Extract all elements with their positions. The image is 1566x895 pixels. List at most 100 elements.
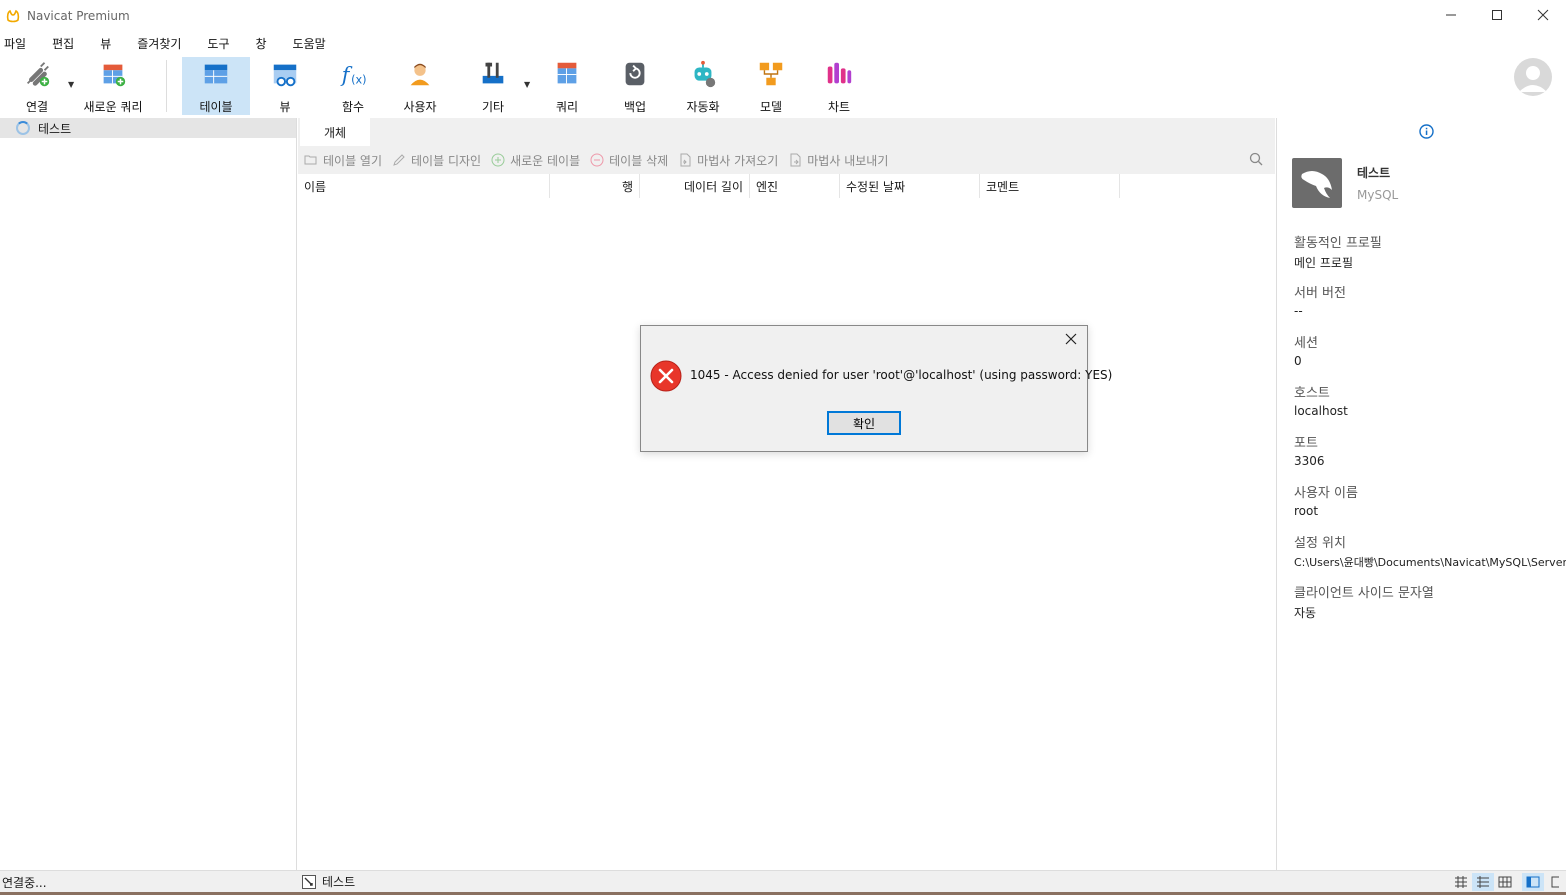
other-button[interactable]: 기타 [470, 57, 516, 115]
prop-value: -- [1294, 304, 1303, 318]
model-button[interactable]: 모델 [748, 57, 794, 115]
design-table-label: 테이블 디자인 [411, 153, 482, 168]
minimize-button[interactable] [1428, 0, 1474, 30]
menu-edit[interactable]: 편집 [48, 35, 78, 52]
menu-window[interactable]: 창 [252, 35, 271, 52]
open-table-button[interactable]: 테이블 열기 [304, 152, 382, 169]
column-header-rows[interactable]: 행 [550, 174, 640, 198]
prop-sessions: 세션 0 [1294, 332, 1566, 368]
column-header-engine[interactable]: 엔진 [750, 174, 840, 198]
maximize-button[interactable] [1474, 0, 1520, 30]
detail-view-button[interactable] [1472, 873, 1494, 891]
robot-icon [694, 60, 716, 88]
maximize-icon [1492, 10, 1502, 20]
dialog-close-icon[interactable] [1063, 331, 1079, 347]
export-wizard-button[interactable]: 마법사 내보내기 [788, 152, 888, 169]
svg-text:(x): (x) [351, 73, 366, 86]
tab-strip: 개체 [298, 118, 1275, 146]
prop-key: 세션 [1294, 336, 1318, 351]
close-icon [1537, 9, 1549, 21]
query-button[interactable]: 쿼리 [544, 57, 590, 115]
error-dialog: 1045 - Access denied for user 'root'@'lo… [640, 325, 1112, 452]
info-pane: 테스트 MySQL 활동적인 프로필 메인 프로필 서버 버전 -- 세션 0 … [1276, 118, 1566, 870]
table-icon [204, 64, 228, 84]
column-header-name[interactable]: 이름 [298, 174, 550, 198]
mysql-logo [1292, 158, 1342, 208]
tab-objects[interactable]: 개체 [300, 118, 370, 146]
window-title: Navicat Premium [27, 9, 130, 23]
user-label: 사용자 [403, 100, 437, 114]
loading-spinner-icon [16, 121, 30, 135]
mysql-dolphin-icon [1301, 171, 1332, 198]
navicat-logo-icon [6, 9, 20, 23]
ok-button[interactable]: 확인 [827, 411, 901, 435]
view-label: 뷰 [279, 100, 291, 114]
list-view-button[interactable] [1450, 873, 1472, 891]
toggle-right-pane-button[interactable] [1544, 873, 1566, 891]
menu-view[interactable]: 뷰 [96, 35, 115, 52]
folder-open-icon [304, 155, 317, 165]
column-header-comment[interactable]: 코멘트 [980, 174, 1120, 198]
window-controls [1428, 0, 1566, 30]
table-button[interactable]: 테이블 [182, 57, 250, 115]
info-connection-name: 테스트 [1357, 166, 1391, 180]
connect-label: 연결 [25, 100, 49, 114]
column-header-modified-date[interactable]: 수정된 날짜 [840, 174, 980, 198]
function-icon: f (x) [340, 63, 367, 87]
menu-favorites[interactable]: 즐겨찾기 [133, 35, 185, 52]
prop-username: 사용자 이름 root [1294, 482, 1566, 518]
status-text: 연결중... [2, 876, 47, 890]
menu-tools[interactable]: 도구 [203, 35, 233, 52]
delete-table-button[interactable]: 테이블 삭제 [590, 152, 668, 169]
new-query-label: 새로운 쿼리 [83, 100, 143, 114]
prop-client-charset: 클라이언트 사이드 문자열 자동 [1294, 582, 1566, 621]
new-table-button[interactable]: 새로운 테이블 [491, 152, 580, 169]
view-button[interactable]: 뷰 [262, 57, 308, 115]
close-window-button[interactable] [1520, 0, 1566, 30]
prop-key: 클라이언트 사이드 문자열 [1294, 586, 1434, 601]
export-wizard-label: 마법사 내보내기 [807, 153, 889, 168]
prop-value: C:\Users\윤대빵\Documents\Navicat\MySQL\Ser… [1294, 556, 1566, 569]
navigator-pane: 테스트 [0, 118, 297, 870]
connect-dropdown-icon[interactable]: ▼ [68, 80, 74, 89]
user-button[interactable]: 사용자 [394, 57, 446, 115]
objects-toolbar: 테이블 열기 테이블 디자인 새로운 테이블 테이블 삭제 마법사 가져오기 마… [298, 146, 1275, 174]
status-connection: 테스트 [302, 873, 355, 890]
new-query-button[interactable]: 새로운 쿼리 [80, 57, 146, 115]
function-label: 함수 [341, 100, 365, 114]
menu-bar: 파일 편집 뷰 즐겨찾기 도구 창 도움말 [0, 32, 348, 54]
function-button[interactable]: f (x) 함수 [330, 57, 376, 115]
prop-value: 메인 프로필 [1294, 256, 1354, 270]
account-avatar[interactable] [1514, 58, 1552, 96]
chart-icon [827, 62, 852, 84]
design-table-button[interactable]: 테이블 디자인 [392, 152, 481, 169]
info-icon[interactable] [1419, 124, 1434, 139]
import-icon [680, 153, 691, 167]
toggle-info-pane-button[interactable] [1522, 873, 1544, 891]
view-icon [273, 64, 297, 87]
search-icon[interactable] [1249, 152, 1263, 166]
prop-value: 3306 [1294, 454, 1325, 468]
prop-value: root [1294, 504, 1319, 518]
prop-host: 호스트 localhost [1294, 382, 1566, 418]
connect-button[interactable]: 연결 [14, 57, 60, 115]
other-dropdown-icon[interactable]: ▼ [524, 80, 530, 89]
prop-key: 설정 위치 [1294, 536, 1346, 551]
navigator-connection-item[interactable]: 테스트 [0, 118, 296, 138]
import-wizard-button[interactable]: 마법사 가져오기 [678, 152, 778, 169]
chart-button[interactable]: 차트 [816, 57, 862, 115]
backup-button[interactable]: 백업 [612, 57, 658, 115]
view-mode-buttons [1450, 873, 1566, 891]
error-message: 1045 - Access denied for user 'root'@'lo… [690, 368, 1113, 382]
column-header-data-length[interactable]: 데이터 길이 [640, 174, 750, 198]
prop-settings-location: 설정 위치 C:\Users\윤대빵\Documents\Navicat\MyS… [1294, 532, 1566, 570]
automation-button[interactable]: 자동화 [680, 57, 726, 115]
menu-help[interactable]: 도움말 [289, 35, 330, 52]
grid-small-icon [1455, 876, 1467, 888]
menu-file[interactable]: 파일 [0, 35, 30, 52]
prop-key: 사용자 이름 [1294, 486, 1358, 501]
er-view-button[interactable] [1494, 873, 1516, 891]
query-label: 쿼리 [555, 100, 579, 114]
prop-server-version: 서버 버전 -- [1294, 282, 1566, 318]
connection-status-icon [302, 874, 316, 889]
